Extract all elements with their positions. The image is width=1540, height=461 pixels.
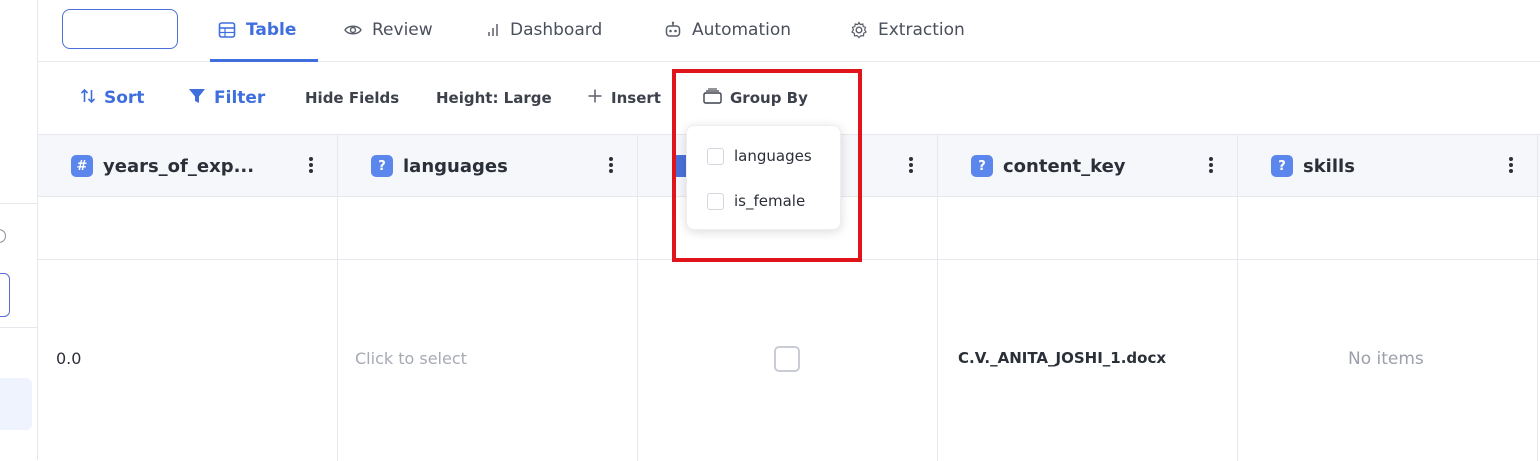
tab-label: Table: [246, 20, 297, 40]
cell-is-female-checkbox[interactable]: [774, 346, 800, 372]
tab-automation[interactable]: Automation: [664, 0, 791, 60]
tab-label: Extraction: [878, 20, 965, 40]
sidebar-input[interactable]: [0, 273, 10, 317]
column-divider: [937, 135, 938, 461]
column-menu-icon[interactable]: [309, 157, 313, 173]
table-icon: [218, 21, 236, 39]
tab-extraction[interactable]: Extraction: [850, 0, 965, 60]
insert-label: Insert: [611, 89, 661, 107]
bar-chart-icon: [486, 23, 500, 37]
view-tabs-bar: Table Review Dashboard Automation Extrac…: [38, 0, 1540, 62]
column-title: years_of_exp...: [103, 155, 255, 177]
column-header-languages[interactable]: ? languages: [371, 153, 508, 179]
highlight-box: [672, 69, 862, 262]
sort-button[interactable]: Sort: [80, 86, 144, 110]
column-menu-icon[interactable]: [1509, 157, 1513, 173]
sort-icon: [80, 88, 96, 109]
column-menu-icon[interactable]: [909, 157, 913, 173]
question-type-icon: ?: [1271, 155, 1293, 177]
cell-years-of-experience[interactable]: 0.0: [56, 349, 81, 368]
column-menu-icon[interactable]: [609, 157, 613, 173]
filter-button[interactable]: Filter: [188, 86, 265, 110]
tab-label: Review: [372, 20, 433, 40]
sidebar-divider: [0, 203, 38, 204]
question-type-icon: ?: [971, 155, 993, 177]
question-type-icon: ?: [371, 155, 393, 177]
eye-icon: [344, 23, 362, 37]
gear-icon: [850, 21, 868, 39]
hide-fields-button[interactable]: Hide Fields: [305, 86, 399, 110]
hide-fields-label: Hide Fields: [305, 89, 400, 107]
column-menu-icon[interactable]: [1209, 157, 1213, 173]
column-title: content_key: [1003, 155, 1126, 177]
column-title: skills: [1303, 155, 1355, 177]
sort-label: Sort: [104, 88, 145, 108]
number-type-icon: #: [71, 155, 93, 177]
view-name-input[interactable]: [62, 9, 178, 49]
tab-label: Automation: [692, 20, 792, 40]
column-header-skills[interactable]: ? skills: [1271, 153, 1355, 179]
column-divider: [337, 135, 338, 461]
column-divider: [1237, 135, 1238, 461]
robot-icon: [664, 21, 682, 39]
sidebar-item-active[interactable]: [0, 378, 32, 430]
column-header-content-key[interactable]: ? content_key: [971, 153, 1126, 179]
column-divider: [637, 135, 638, 461]
filter-icon: [188, 87, 206, 110]
insert-button[interactable]: Insert: [587, 86, 661, 110]
height-button[interactable]: Height: Large: [436, 86, 552, 110]
tab-table[interactable]: Table: [209, 0, 319, 62]
column-title: languages: [403, 155, 508, 177]
cell-skills[interactable]: No items: [1348, 349, 1424, 369]
filter-label: Filter: [214, 88, 266, 108]
plus-icon: [587, 88, 603, 108]
height-label: Height: Large: [436, 89, 552, 107]
cell-content-key[interactable]: C.V._ANITA_JOSHI_1.docx: [958, 349, 1166, 367]
tab-review[interactable]: Review: [344, 0, 433, 60]
sidebar-divider: [0, 327, 38, 328]
column-divider: [1537, 135, 1538, 461]
tab-label: Dashboard: [510, 20, 603, 40]
cell-languages-select[interactable]: Click to select: [355, 349, 467, 368]
tab-dashboard[interactable]: Dashboard: [486, 0, 602, 60]
column-header-years-of-experience[interactable]: # years_of_exp...: [71, 153, 254, 179]
